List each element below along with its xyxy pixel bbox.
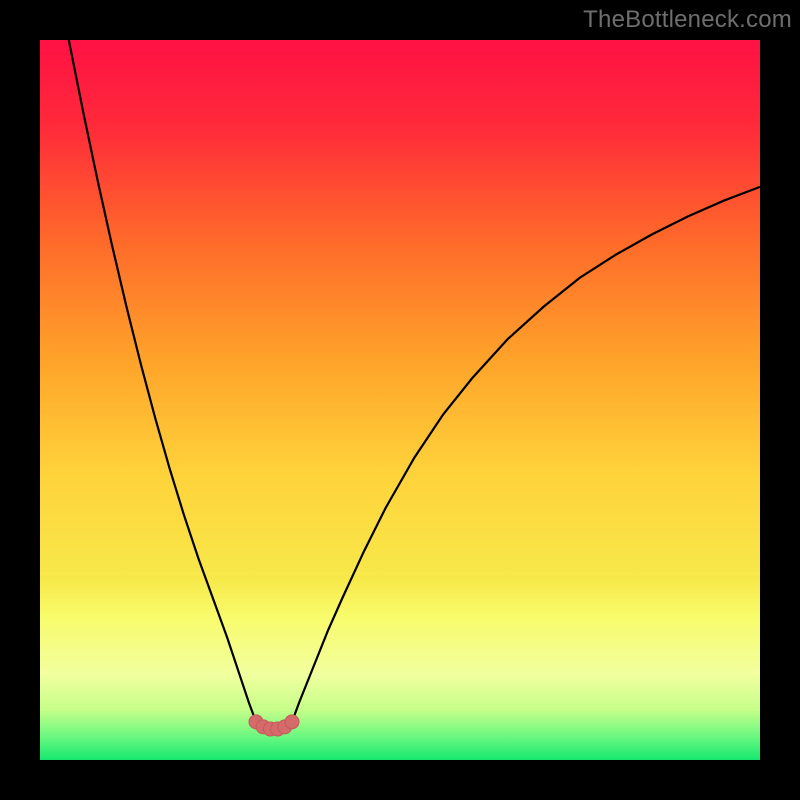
chart-frame: TheBottleneck.com [0,0,800,800]
watermark-text: TheBottleneck.com [583,6,792,34]
gradient-background [40,40,760,760]
plot-area [40,40,760,760]
valley-marker-dot [285,715,299,729]
plot-svg [40,40,760,760]
